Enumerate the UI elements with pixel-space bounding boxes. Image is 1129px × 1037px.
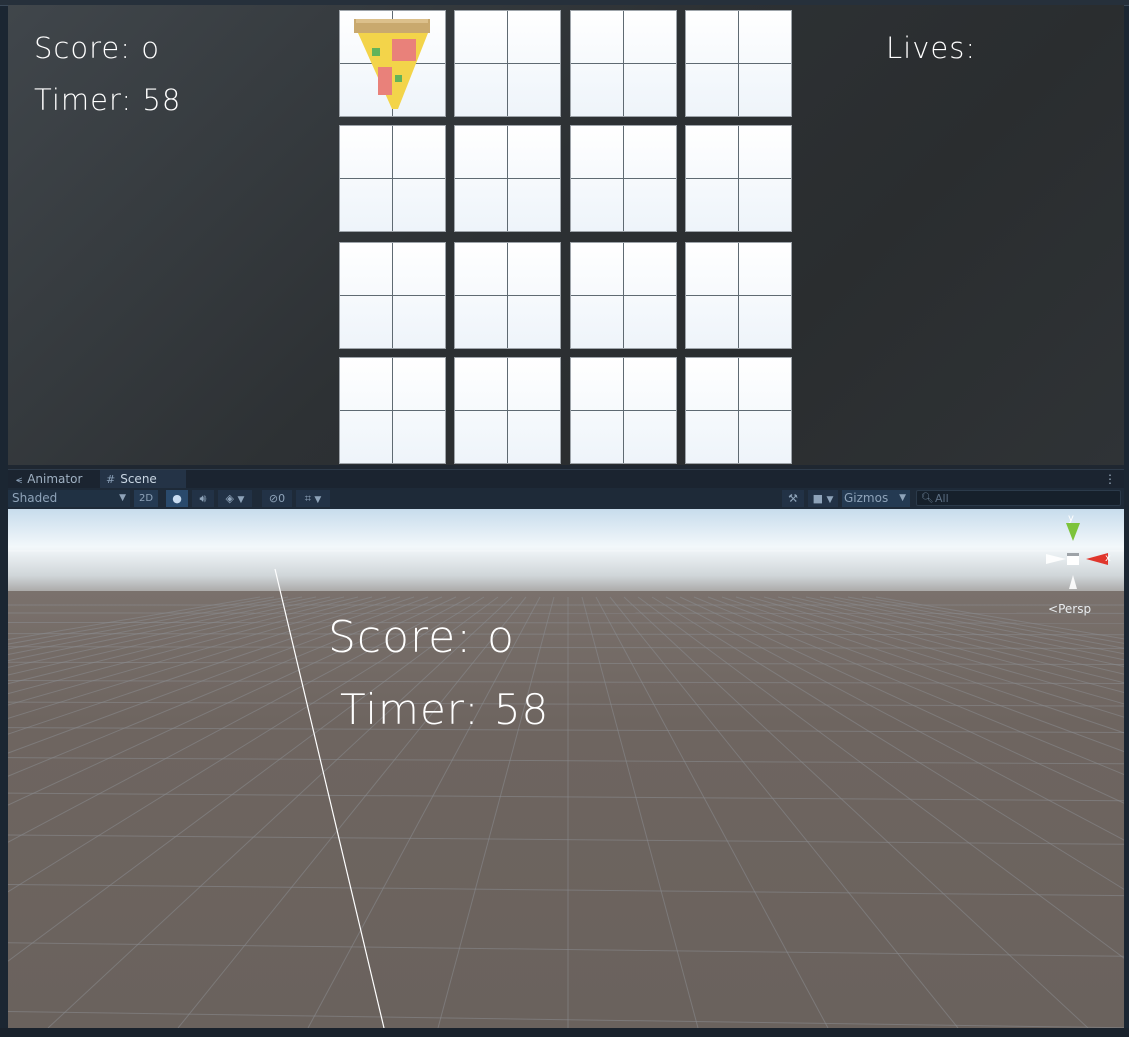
memory-card[interactable] <box>340 126 445 231</box>
scene-score-label[interactable]: Score: o <box>328 612 515 663</box>
scene-grid-floor <box>8 509 1124 1028</box>
game-timer-label: Timer: 58 <box>34 83 182 117</box>
memory-card[interactable] <box>455 358 560 463</box>
tab-scene-label: Scene <box>120 472 157 486</box>
scene-toolbar: Shaded ▼ 2D ● 🔊︎ ◈ ▼ ⊘0 ⌗ ▼ ⚒ ■ ▼ Gizmos… <box>8 488 1124 510</box>
scene-grid-icon: # <box>106 473 116 486</box>
memory-card[interactable] <box>455 126 560 231</box>
gizmo-x-label: x <box>1105 553 1111 564</box>
chevron-down-icon: ▼ <box>314 495 322 505</box>
wrench-icon: ⚒ <box>788 492 798 505</box>
animator-icon: ⪪ <box>16 473 23 486</box>
memory-card[interactable] <box>455 243 560 348</box>
memory-card[interactable] <box>571 358 676 463</box>
tab-animator[interactable]: ⪪ Animator <box>10 470 102 489</box>
tab-animator-label: Animator <box>27 472 83 486</box>
chevron-down-icon: ▼ <box>119 493 126 503</box>
memory-card[interactable] <box>571 126 676 231</box>
scene-visibility-toggle[interactable]: ⊘0 <box>262 490 292 507</box>
chevron-left-icon: < <box>1048 602 1059 616</box>
lighting-toggle-button[interactable]: ● <box>166 490 188 507</box>
chevron-down-icon: ▼ <box>237 495 245 505</box>
projection-label: Persp <box>1058 602 1092 616</box>
gizmos-label: Gizmos <box>844 491 889 505</box>
chevron-down-icon: ▼ <box>826 495 834 505</box>
hidden-count: 0 <box>278 492 286 505</box>
grid-toggle-dropdown[interactable]: ⌗ ▼ <box>296 490 330 507</box>
memory-card[interactable] <box>340 243 445 348</box>
gizmo-y-cone <box>1066 523 1080 541</box>
gizmo-neg-x-cone <box>1046 554 1066 564</box>
game-view[interactable]: Score: o Timer: 58 Lives: <box>8 5 1124 465</box>
memory-card[interactable] <box>686 358 791 463</box>
camera-dropdown[interactable]: ■ ▼ <box>808 490 838 507</box>
eye-hidden-icon: ⊘ <box>268 492 279 505</box>
lightbulb-icon: ● <box>172 492 182 505</box>
memory-card[interactable] <box>686 11 791 116</box>
chevron-down-icon: ▼ <box>899 493 906 503</box>
tools-button[interactable]: ⚒ <box>782 490 804 507</box>
memory-card[interactable] <box>686 243 791 348</box>
audio-toggle-button[interactable]: 🔊︎ <box>192 490 214 507</box>
projection-toggle[interactable]: <Persp <box>1048 602 1091 616</box>
window-right-edge <box>1124 0 1129 1037</box>
tab-scene[interactable]: # Scene <box>100 470 186 489</box>
gizmos-dropdown[interactable]: Gizmos ▼ <box>842 490 910 507</box>
game-score-label: Score: o <box>34 31 160 65</box>
search-icon: 🔍︎ <box>921 493 934 504</box>
memory-card[interactable] <box>571 11 676 116</box>
scene-search-placeholder: All <box>935 492 949 505</box>
kebab-menu-icon[interactable]: ⋮ <box>1104 470 1116 489</box>
memory-card[interactable] <box>686 126 791 231</box>
toggle-2d-button[interactable]: 2D <box>134 490 158 507</box>
gizmo-y-label: y <box>1068 513 1074 524</box>
camera-icon: ■ <box>812 492 823 505</box>
window-bottom-border <box>0 1028 1129 1037</box>
memory-card[interactable] <box>571 243 676 348</box>
window-left-edge <box>0 0 8 1037</box>
pizza-slice-icon <box>354 19 430 109</box>
scene-view[interactable]: Score: o Timer: 58 y x <Persp <box>8 509 1124 1028</box>
speaker-icon: 🔊︎ <box>199 492 207 505</box>
scene-search-input[interactable]: 🔍︎ All <box>916 490 1121 506</box>
grid-icon: ⌗ <box>304 492 311 505</box>
shading-mode-dropdown[interactable]: Shaded ▼ <box>8 490 130 507</box>
scene-timer-label[interactable]: Timer: 58 <box>340 685 549 734</box>
shading-mode-value: Shaded <box>12 491 58 505</box>
gizmo-neg-y-cone <box>1069 575 1077 589</box>
memory-card[interactable] <box>340 11 445 116</box>
memory-card[interactable] <box>455 11 560 116</box>
editor-tab-bar: ⪪ Animator # Scene ⋮ <box>8 469 1124 489</box>
layers-icon: ◈ <box>225 492 235 505</box>
memory-card[interactable] <box>340 358 445 463</box>
game-lives-label: Lives: <box>886 31 977 65</box>
effects-dropdown[interactable]: ◈ ▼ <box>218 490 252 507</box>
